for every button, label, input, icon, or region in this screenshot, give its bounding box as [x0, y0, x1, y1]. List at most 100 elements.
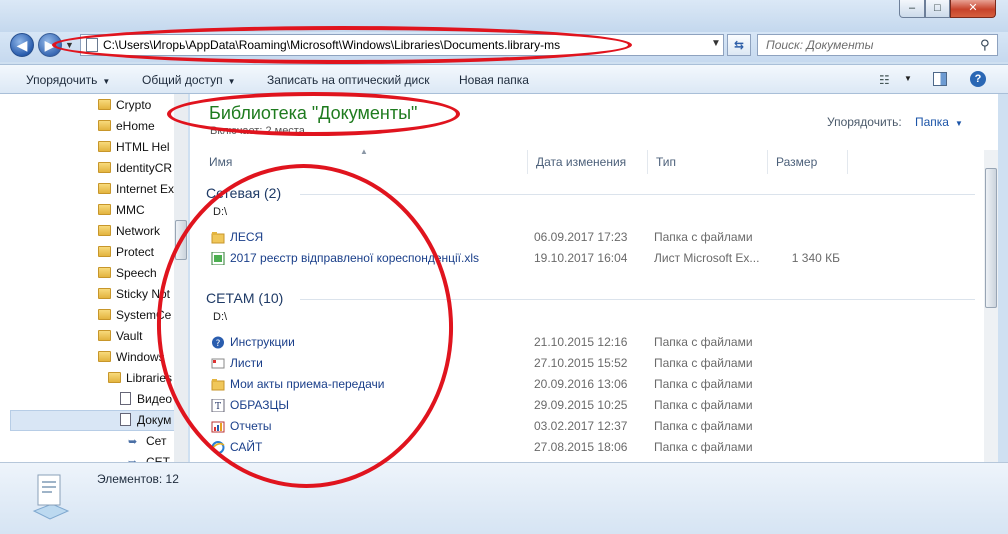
search-input[interactable]: Поиск: Документы	[766, 38, 874, 52]
excel-file-icon	[211, 252, 225, 265]
tree-item-label: Network	[116, 224, 161, 238]
preview-pane-icon[interactable]	[933, 72, 947, 86]
tree-item[interactable]: Speech	[98, 263, 157, 284]
tree-item[interactable]: IdentityCR	[98, 158, 172, 179]
library-includes[interactable]: Включает: 2 места	[210, 125, 305, 137]
address-bar[interactable]: C:\Users\Игорь\AppData\Roaming\Microsoft…	[80, 34, 724, 56]
tree-item[interactable]: Protect	[98, 242, 154, 263]
tree-item[interactable]: HTML Hel	[98, 137, 170, 158]
chevron-down-icon: ▼	[102, 77, 111, 86]
tree-item-label: IdentityCR	[116, 161, 173, 175]
recent-pages-dropdown-icon[interactable]: ▼	[65, 40, 74, 50]
group-header[interactable]: Сетевая (2)	[206, 185, 281, 201]
column-header-name[interactable]: Имя	[201, 150, 528, 174]
file-date: 03.02.2017 12:37	[534, 419, 628, 433]
item-count: Элементов: 12	[97, 472, 179, 486]
file-name[interactable]: ОБРАЗЦЫ	[230, 395, 289, 416]
folder-icon	[98, 183, 111, 194]
file-row[interactable]: Отчеты 03.02.2017 12:37 Папка с файлами	[190, 416, 980, 437]
organize-button[interactable]: Упорядочить ▼	[26, 73, 110, 87]
tree-item[interactable]: Видео	[120, 389, 172, 410]
tree-item[interactable]: Internet Ex	[98, 179, 174, 200]
column-header-type[interactable]: Тип	[648, 150, 768, 174]
address-path[interactable]: C:\Users\Игорь\AppData\Roaming\Microsoft…	[103, 38, 560, 52]
tree-item[interactable]: Network	[98, 221, 160, 242]
file-name[interactable]: САЙТ	[230, 437, 262, 458]
folder-icon	[98, 99, 111, 110]
tree-item[interactable]: ➥ Сет	[128, 431, 166, 452]
tree-item[interactable]: Vault	[98, 326, 142, 347]
tree-item[interactable]: Sticky Not	[98, 284, 170, 305]
folder-icon	[98, 267, 111, 278]
maximize-button[interactable]: □	[925, 0, 950, 18]
back-button[interactable]: ◀	[10, 33, 34, 57]
file-type: Папка с файлами	[654, 230, 753, 244]
file-row[interactable]: Листи 27.10.2015 15:52 Папка с файлами	[190, 353, 980, 374]
file-name[interactable]: Листи	[230, 353, 263, 374]
new-folder-button[interactable]: Новая папка	[459, 73, 529, 87]
tree-item[interactable]: Windows	[98, 347, 165, 368]
file-row[interactable]: 2017 реєстр відправленої кореспонденції.…	[190, 248, 980, 269]
file-name[interactable]: Инструкции	[230, 332, 295, 353]
mail-folder-icon	[211, 358, 225, 369]
tree-item-label: Protect	[116, 245, 155, 259]
file-type: Папка с файлами	[654, 335, 753, 349]
chevron-down-icon: ▼	[954, 119, 963, 128]
file-row[interactable]: T ОБРАЗЦЫ 29.09.2015 10:25 Папка с файлами	[190, 395, 980, 416]
search-icon[interactable]: ⚲	[980, 37, 990, 53]
forward-button[interactable]: ▶	[38, 33, 62, 57]
file-row[interactable]: Мои акты приема-передачи 20.09.2016 13:06…	[190, 374, 980, 395]
arrange-by-value: Папка	[915, 115, 949, 129]
folder-icon	[98, 288, 111, 299]
tree-item[interactable]: ➥ СЕТ	[128, 452, 170, 462]
file-row[interactable]: ЛЕСЯ 06.09.2017 17:23 Папка с файлами	[190, 227, 980, 248]
folder-icon	[98, 246, 111, 257]
column-header-date[interactable]: Дата изменения	[528, 150, 648, 174]
file-name[interactable]: Отчеты	[230, 416, 271, 437]
views-dropdown-icon[interactable]: ▼	[904, 74, 912, 83]
file-name[interactable]: Мои акты приема-передачи	[230, 374, 384, 395]
tree-item-label: Vault	[116, 329, 143, 343]
views-icon[interactable]: ☷	[879, 73, 890, 87]
file-date: 27.08.2015 18:06	[534, 440, 628, 454]
navigation-scrollbar-thumb[interactable]	[175, 220, 187, 260]
location-icon: ➥	[128, 453, 140, 462]
tree-item-label: MMC	[116, 203, 145, 217]
column-header-size[interactable]: Размер	[768, 150, 848, 174]
navigation-scrollbar[interactable]	[174, 94, 188, 462]
help-icon[interactable]: ?	[970, 71, 986, 87]
tree-item[interactable]: eHome	[98, 116, 155, 137]
arrange-by-dropdown[interactable]: Папка ▼	[915, 115, 963, 129]
group-location: D:\	[213, 206, 228, 218]
file-size: 1 340 КБ	[791, 251, 840, 265]
burn-disc-button[interactable]: Записать на оптический диск	[267, 73, 430, 87]
group-header[interactable]: СЕТАМ (10)	[206, 290, 283, 306]
file-list-scrollbar-thumb[interactable]	[985, 168, 997, 308]
navigation-pane: Crypto eHome HTML Hel IdentityCR Internet Ex…	[0, 94, 175, 462]
close-button[interactable]: ✕	[950, 0, 996, 18]
file-row[interactable]: ? Инструкции 21.10.2015 12:16 Папка с файла…	[190, 332, 980, 353]
tree-item[interactable]: MMC	[98, 200, 145, 221]
share-button[interactable]: Общий доступ ▼	[142, 73, 236, 87]
tree-item[interactable]: SystemCe	[98, 305, 171, 326]
report-folder-icon	[211, 421, 225, 433]
file-row[interactable]: САЙТ 27.08.2015 18:06 Папка с файлами	[190, 437, 980, 458]
search-box[interactable]: Поиск: Документы ⚲	[757, 34, 998, 56]
file-type: Папка с файлами	[654, 377, 753, 391]
file-date: 21.10.2015 12:16	[534, 335, 628, 349]
folder-icon	[98, 141, 111, 152]
tree-item[interactable]: Докум	[120, 410, 171, 431]
tree-item[interactable]: Libraries	[108, 368, 172, 389]
refresh-button[interactable]: ⇆	[727, 34, 751, 56]
file-name[interactable]: ЛЕСЯ	[230, 227, 263, 248]
tree-item[interactable]: Crypto	[98, 95, 151, 116]
file-name[interactable]: 2017 реєстр відправленої кореспонденції.…	[230, 248, 479, 269]
internet-explorer-icon	[211, 441, 225, 454]
file-date: 29.09.2015 10:25	[534, 398, 628, 412]
tree-item-label: SystemCe	[116, 308, 172, 322]
minimize-button[interactable]: –	[899, 0, 925, 18]
tree-item-label: СЕТ	[146, 455, 170, 462]
address-dropdown-icon[interactable]: ▼	[711, 38, 721, 49]
folder-icon	[98, 351, 111, 362]
folder-icon	[98, 309, 111, 320]
